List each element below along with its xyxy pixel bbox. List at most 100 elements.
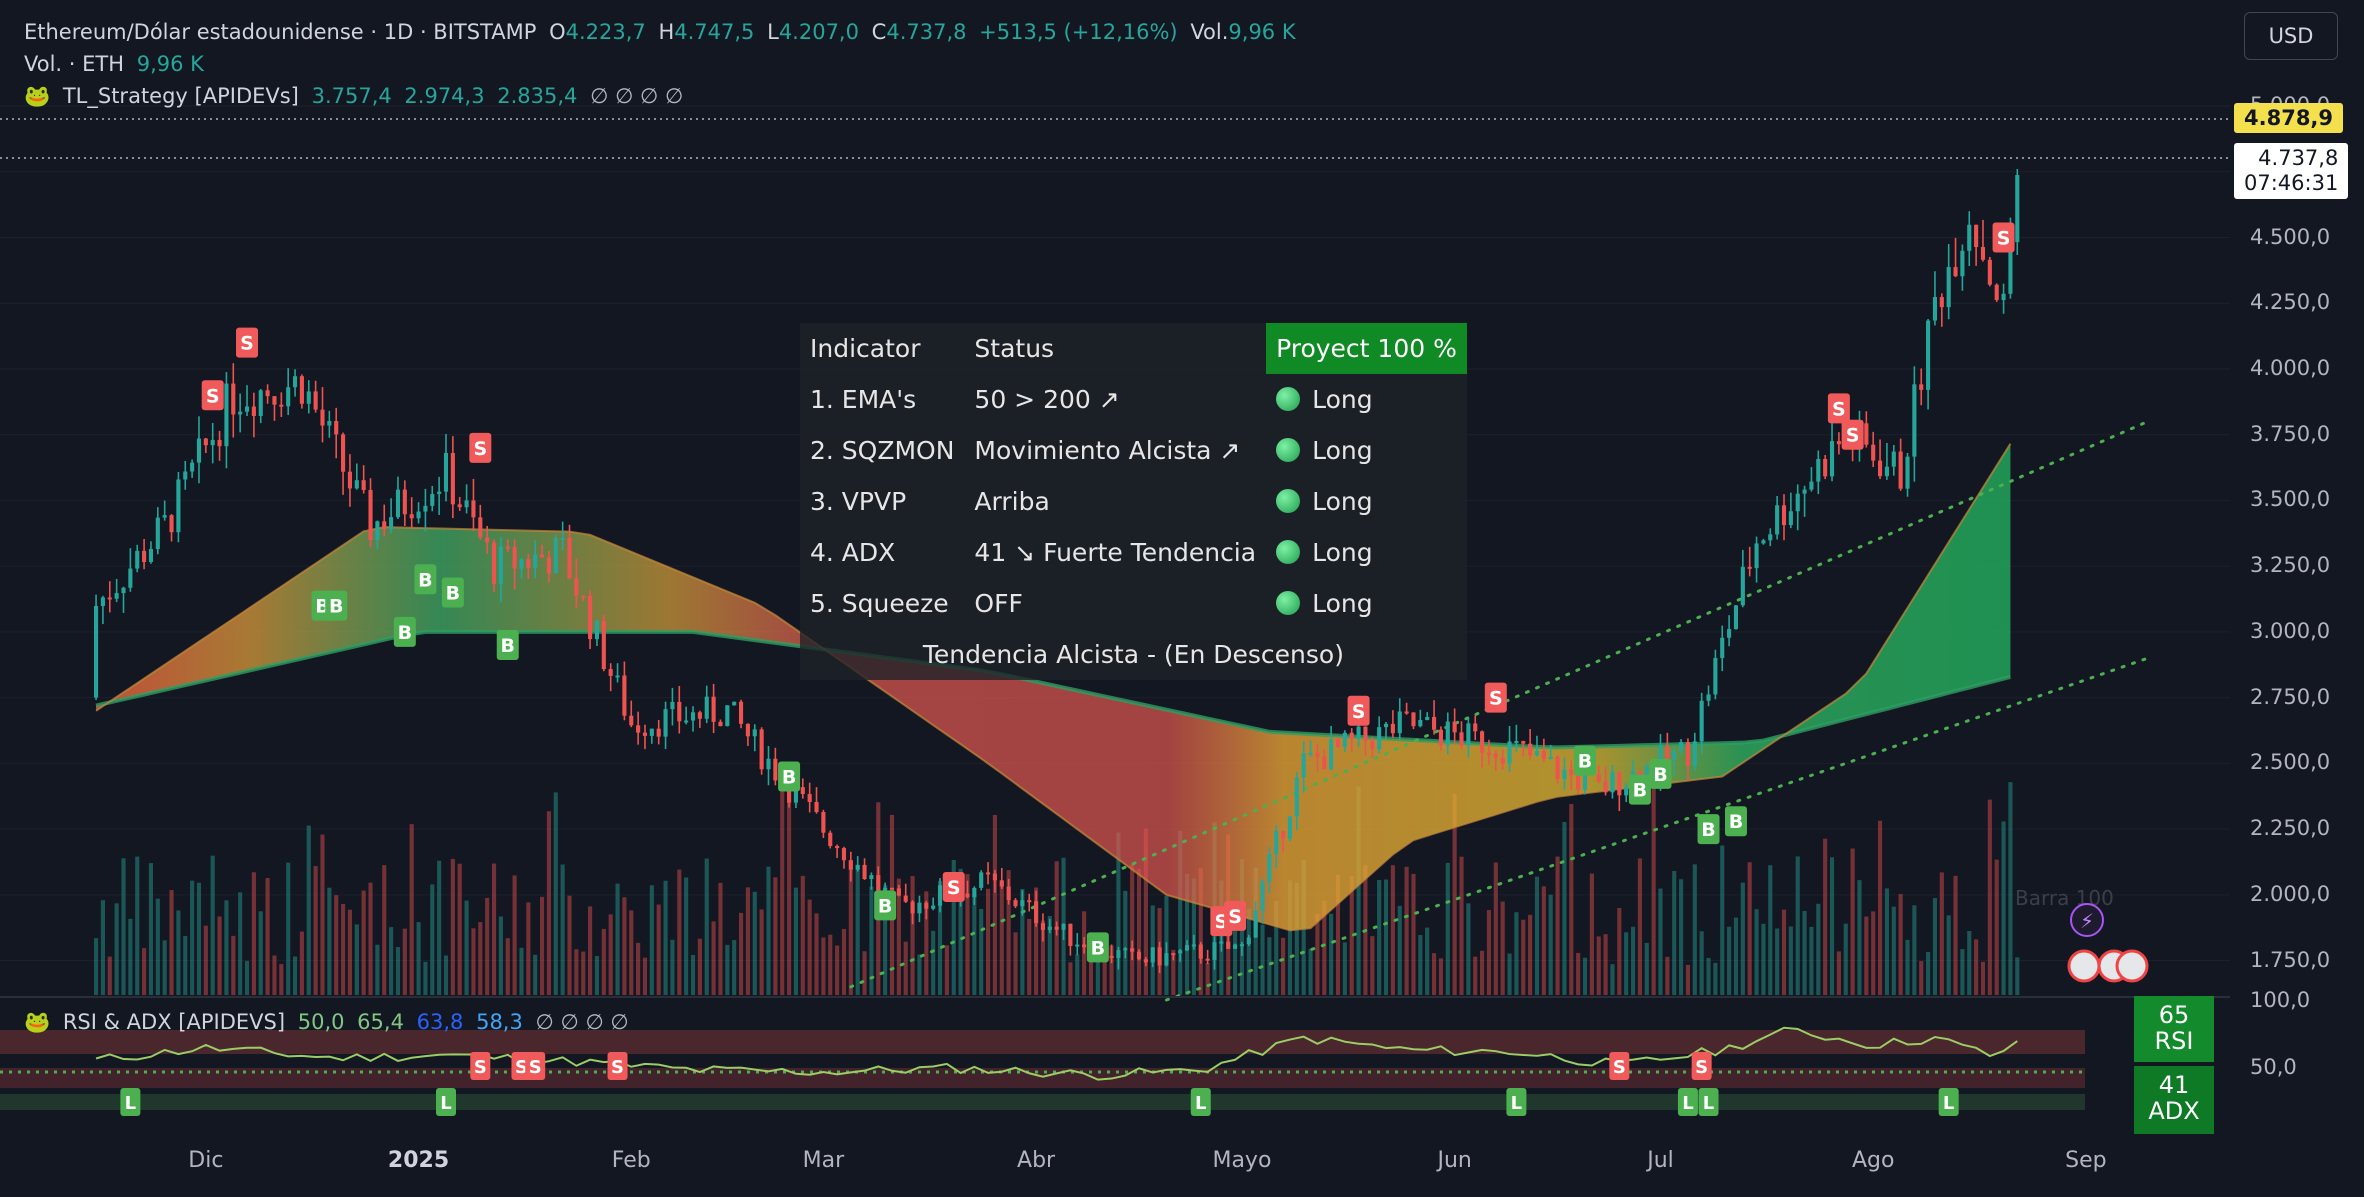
signal-letter: S	[1489, 688, 1503, 710]
buy-signal: B	[778, 761, 801, 792]
signal-label: Long	[1312, 436, 1373, 465]
volume-legend-value: 9,96 K	[136, 52, 204, 76]
volume-bar	[341, 903, 346, 995]
volume-bar	[1521, 919, 1526, 995]
candle-body	[1624, 786, 1629, 796]
volume-bar	[135, 856, 140, 995]
rsi-sell-signal: S	[525, 1052, 546, 1080]
candle-body	[1377, 727, 1382, 750]
low-value: 4.207,0	[778, 20, 859, 44]
volume-bar	[1685, 964, 1690, 995]
volume-bar	[663, 880, 668, 995]
indicator-status: 50 > 200 ↗	[974, 385, 1120, 414]
volume-bar	[478, 922, 483, 995]
candle-body	[1548, 756, 1553, 759]
candle-body	[1960, 250, 1965, 277]
volume-bar	[1308, 948, 1313, 995]
currency-selector[interactable]: USD	[2244, 12, 2338, 60]
volume-legend[interactable]: Vol. · ETH 9,96 K	[24, 52, 210, 76]
volume-bar	[1534, 876, 1540, 995]
candle-body	[176, 479, 181, 533]
candle-body	[306, 391, 311, 404]
volume-bar	[615, 883, 620, 995]
candle-body	[594, 621, 600, 640]
candle-body	[1184, 945, 1190, 951]
volume-bar	[1987, 799, 1992, 995]
signal-letter: L	[125, 1093, 136, 1114]
rsi-axis-100: 100,0	[2250, 988, 2311, 1012]
time-tick-label: Jul	[1647, 1148, 1674, 1173]
volume-bar	[1466, 903, 1471, 995]
volume-bar	[684, 877, 689, 995]
candle-body	[1802, 489, 1807, 494]
volume-bar	[1390, 865, 1395, 995]
candle-body	[1301, 753, 1306, 778]
volume-bar	[944, 945, 949, 995]
candle-body	[759, 729, 764, 770]
volume-bar	[979, 908, 984, 995]
candle-body	[821, 812, 826, 833]
candle-body	[1226, 941, 1231, 949]
volume-bar	[1493, 862, 1498, 995]
sell-signal: S	[942, 871, 965, 902]
volume-bar	[375, 944, 380, 995]
volume-bar	[1967, 930, 1972, 995]
candle-body	[1754, 543, 1759, 569]
volume-bar	[1809, 926, 1814, 995]
candle-body	[1287, 816, 1293, 839]
volume-bar	[238, 892, 243, 995]
candle-body	[1397, 711, 1402, 734]
rsi-long-signal: L	[120, 1088, 141, 1116]
candle-body	[841, 848, 847, 861]
volume-bar	[1610, 964, 1615, 995]
candle-body	[1569, 769, 1574, 776]
flag-icon[interactable]	[2115, 949, 2149, 983]
candle-body	[1740, 566, 1745, 606]
rsi-mid-band	[0, 1068, 2085, 1088]
candle-body	[1967, 224, 1972, 251]
candle-body	[2015, 174, 2020, 243]
volume-bar	[1459, 856, 1464, 995]
signal-letter: S	[473, 438, 487, 460]
candle-body	[1308, 752, 1313, 755]
candle-body	[1672, 750, 1677, 760]
volume-bar	[917, 954, 922, 995]
candle-body	[992, 873, 997, 881]
volume-bar	[1713, 962, 1718, 995]
candle-body	[1425, 716, 1430, 720]
candle-body	[1315, 752, 1320, 757]
volume-bar	[409, 824, 414, 995]
green-dot-icon	[1276, 489, 1301, 513]
candle-body	[128, 568, 133, 588]
volume-bar	[1267, 937, 1272, 995]
high-value: 4.747,5	[674, 20, 755, 44]
candle-body	[704, 696, 709, 719]
candle-body	[533, 554, 538, 568]
rsi-panel: L LS S S SL LSL LSL	[0, 1026, 2085, 1116]
volume-bar	[773, 877, 778, 995]
volume-bar	[759, 909, 764, 995]
candle-body	[1576, 775, 1581, 790]
volume-bar	[594, 956, 600, 995]
event-icons[interactable]: ⚡	[2067, 903, 2149, 983]
candle-body	[1164, 953, 1169, 966]
price-tick-label: 4.000,0	[2250, 355, 2331, 380]
target-price-tag: 4.878,9	[2234, 103, 2344, 133]
buy-signal: B	[1649, 758, 1672, 789]
symbol-legend[interactable]: Ethereum/Dólar estadounidense · 1D · BIT…	[24, 20, 1302, 44]
candle-body	[1109, 955, 1114, 959]
volume-bar	[286, 862, 291, 995]
header-status: Status	[974, 334, 1055, 363]
rsi-legend[interactable]: 🐸 RSI & ADX [APIDEVS] 50,0 65,4 63,8 58,…	[24, 1010, 635, 1035]
candle-body	[972, 887, 977, 898]
volume-legend-label: Vol. · ETH	[24, 52, 125, 76]
signal-letter: S	[1352, 701, 1366, 723]
volume-bar	[190, 880, 195, 995]
price-tick-label: 4.500,0	[2250, 224, 2331, 249]
flag-icon[interactable]	[2067, 949, 2101, 983]
frog-icon: 🐸	[24, 1010, 51, 1034]
candle-body	[1603, 781, 1608, 793]
candle-body	[1994, 284, 1999, 301]
strategy-legend[interactable]: 🐸 TL_Strategy [APIDEVs] 3.757,4 2.974,3 …	[24, 84, 689, 109]
indicator-name: 4. ADX	[810, 538, 896, 567]
